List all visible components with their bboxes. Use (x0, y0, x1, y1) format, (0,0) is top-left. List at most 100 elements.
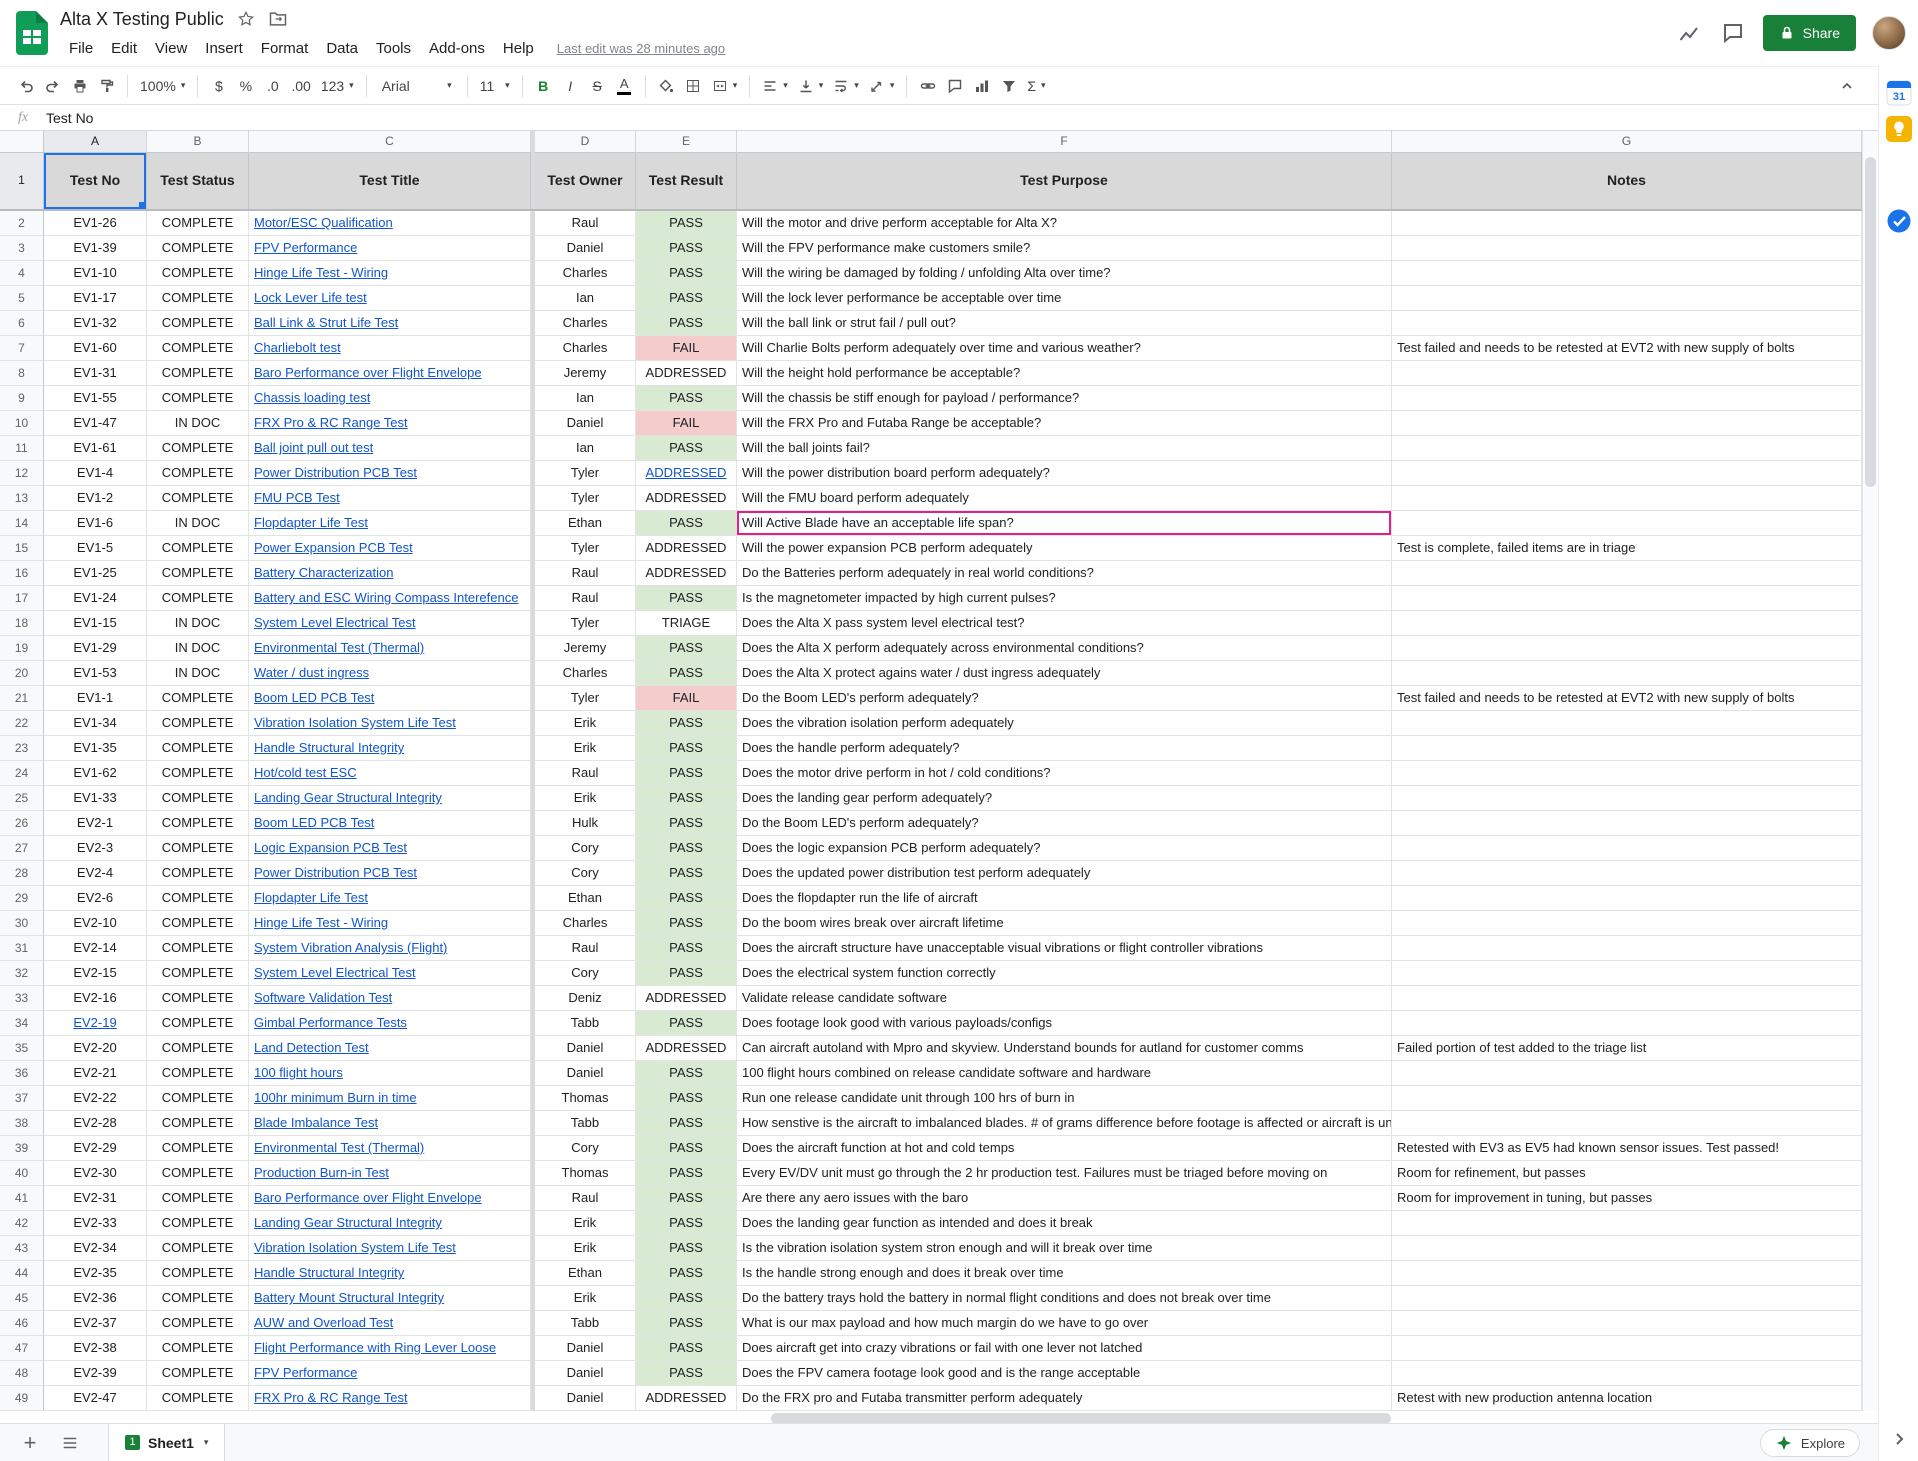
cell-test-no[interactable]: EV2-3 (44, 836, 147, 861)
insights-icon[interactable] (1675, 19, 1703, 47)
row-number-26[interactable]: 26 (0, 811, 44, 836)
cell-test-title[interactable]: Ball joint pull out test (249, 436, 531, 461)
row-number-33[interactable]: 33 (0, 986, 44, 1011)
cell-test-title[interactable]: Production Burn-in Test (249, 1161, 531, 1186)
cell-test-result[interactable]: PASS (636, 1111, 737, 1136)
zoom-select[interactable]: 100% ▾ (135, 72, 190, 100)
cell-test-owner[interactable]: Ethan (535, 886, 636, 911)
cell-test-title[interactable]: Vibration Isolation System Life Test (249, 711, 531, 736)
cell-test-purpose[interactable]: Is the handle strong enough and does it … (737, 1261, 1392, 1286)
cell-test-owner[interactable]: Raul (535, 586, 636, 611)
cell-test-status[interactable]: COMPLETE (147, 861, 249, 886)
cell-test-title[interactable]: Flopdapter Life Test (249, 511, 531, 536)
cell-test-no[interactable]: EV2-29 (44, 1136, 147, 1161)
cell-notes[interactable] (1392, 761, 1862, 786)
cell-test-no[interactable]: EV2-6 (44, 886, 147, 911)
cell-test-title[interactable]: Landing Gear Structural Integrity (249, 1211, 531, 1236)
cell-test-status[interactable]: COMPLETE (147, 1011, 249, 1036)
column-header-f[interactable]: F (737, 131, 1392, 153)
cell-test-status[interactable]: IN DOC (147, 611, 249, 636)
cell-test-purpose[interactable]: Will the power expansion PCB perform ade… (737, 536, 1392, 561)
cell-test-no[interactable]: EV2-38 (44, 1336, 147, 1361)
cell-test-owner[interactable]: Daniel (535, 236, 636, 261)
cell-test-title[interactable]: Handle Structural Integrity (249, 1261, 531, 1286)
cell-link[interactable]: ADDRESSED (646, 465, 727, 480)
cell-test-purpose[interactable]: Every EV/DV unit must go through the 2 h… (737, 1161, 1392, 1186)
cell-test-status[interactable]: COMPLETE (147, 261, 249, 286)
row-number-37[interactable]: 37 (0, 1086, 44, 1111)
cell-link[interactable]: 100hr minimum Burn in time (254, 1090, 417, 1105)
cell-notes[interactable] (1392, 711, 1862, 736)
cell-test-purpose[interactable]: Do the Boom LED's perform adequately? (737, 686, 1392, 711)
cell-test-result[interactable]: PASS (636, 436, 737, 461)
cell-test-title[interactable]: Hot/cold test ESC (249, 761, 531, 786)
cell-test-status[interactable]: COMPLETE (147, 811, 249, 836)
row-number-11[interactable]: 11 (0, 436, 44, 461)
row-number-22[interactable]: 22 (0, 711, 44, 736)
formula-input[interactable]: Test No (46, 110, 93, 126)
cell-test-purpose[interactable]: Can aircraft autoland with Mpro and skyv… (737, 1036, 1392, 1061)
cell-link[interactable]: Battery and ESC Wiring Compass Interefen… (254, 590, 518, 605)
share-button[interactable]: Share (1763, 15, 1856, 51)
font-size-select[interactable]: 11 ▾ (475, 72, 515, 100)
cell-test-title[interactable]: Power Distribution PCB Test (249, 861, 531, 886)
cell-test-owner[interactable]: Erik (535, 1211, 636, 1236)
cell-test-result[interactable]: FAIL (636, 411, 737, 436)
all-sheets-button[interactable] (52, 1425, 88, 1461)
cell-test-status[interactable]: COMPLETE (147, 986, 249, 1011)
cell-link[interactable]: Land Detection Test (254, 1040, 369, 1055)
cell-test-purpose[interactable]: Does the Alta X pass system level electr… (737, 611, 1392, 636)
row-number-48[interactable]: 48 (0, 1361, 44, 1386)
cell-test-result[interactable]: PASS (636, 211, 737, 236)
cell-link[interactable]: Power Distribution PCB Test (254, 865, 417, 880)
cell-notes[interactable] (1392, 261, 1862, 286)
cell-test-result[interactable]: ADDRESSED (636, 486, 737, 511)
cell-test-title[interactable]: Boom LED PCB Test (249, 811, 531, 836)
cell-link[interactable]: Production Burn-in Test (254, 1165, 389, 1180)
cell-test-owner[interactable]: Raul (535, 936, 636, 961)
row-number-13[interactable]: 13 (0, 486, 44, 511)
cell-header-test-status[interactable]: Test Status (147, 153, 249, 209)
add-sheet-button[interactable]: + (12, 1425, 48, 1461)
cell-link[interactable]: System Level Electrical Test (254, 965, 416, 980)
calendar-icon[interactable]: 31 (1886, 80, 1912, 106)
cell-test-result[interactable]: PASS (636, 1336, 737, 1361)
cell-test-no[interactable]: EV2-36 (44, 1286, 147, 1311)
cell-notes[interactable] (1392, 461, 1862, 486)
cell-test-title[interactable]: Handle Structural Integrity (249, 736, 531, 761)
cell-test-purpose[interactable]: Does the handle perform adequately? (737, 736, 1392, 761)
cell-test-purpose[interactable]: Does the flopdapter run the life of airc… (737, 886, 1392, 911)
cell-test-owner[interactable]: Raul (535, 211, 636, 236)
row-number-20[interactable]: 20 (0, 661, 44, 686)
column-header-a[interactable]: A (44, 131, 147, 153)
cell-notes[interactable] (1392, 636, 1862, 661)
cell-test-result[interactable]: ADDRESSED (636, 561, 737, 586)
cell-test-purpose[interactable]: Will the chassis be stiff enough for pay… (737, 386, 1392, 411)
cell-test-owner[interactable]: Cory (535, 861, 636, 886)
more-formats-button[interactable]: 123 ▾ (316, 72, 359, 100)
tasks-icon[interactable] (1886, 208, 1912, 234)
cell-link[interactable]: Motor/ESC Qualification (254, 215, 393, 230)
redo-button[interactable] (39, 72, 66, 100)
cell-test-no[interactable]: EV2-47 (44, 1386, 147, 1411)
cell-test-status[interactable]: COMPLETE (147, 911, 249, 936)
cell-test-no[interactable]: EV1-32 (44, 311, 147, 336)
row-number-41[interactable]: 41 (0, 1186, 44, 1211)
cell-link[interactable]: Baro Performance over Flight Envelope (254, 1190, 482, 1205)
cell-test-purpose[interactable]: Does the motor drive perform in hot / co… (737, 761, 1392, 786)
cell-test-result[interactable]: PASS (636, 1311, 737, 1336)
cell-notes[interactable] (1392, 611, 1862, 636)
cell-test-status[interactable]: COMPLETE (147, 1236, 249, 1261)
cell-test-title[interactable]: Environmental Test (Thermal) (249, 636, 531, 661)
cell-test-no[interactable]: EV2-33 (44, 1211, 147, 1236)
cell-notes[interactable] (1392, 1336, 1862, 1361)
menu-format[interactable]: Format (252, 37, 318, 60)
cell-test-result[interactable]: PASS (636, 861, 737, 886)
cell-test-purpose[interactable]: Will the ball joints fail? (737, 436, 1392, 461)
cell-test-title[interactable]: 100 flight hours (249, 1061, 531, 1086)
cell-test-purpose[interactable]: Are there any aero issues with the baro (737, 1186, 1392, 1211)
cell-link[interactable]: Boom LED PCB Test (254, 690, 374, 705)
cell-link[interactable]: 100 flight hours (254, 1065, 343, 1080)
row-number-40[interactable]: 40 (0, 1161, 44, 1186)
cell-test-purpose[interactable]: Is the magnetometer impacted by high cur… (737, 586, 1392, 611)
